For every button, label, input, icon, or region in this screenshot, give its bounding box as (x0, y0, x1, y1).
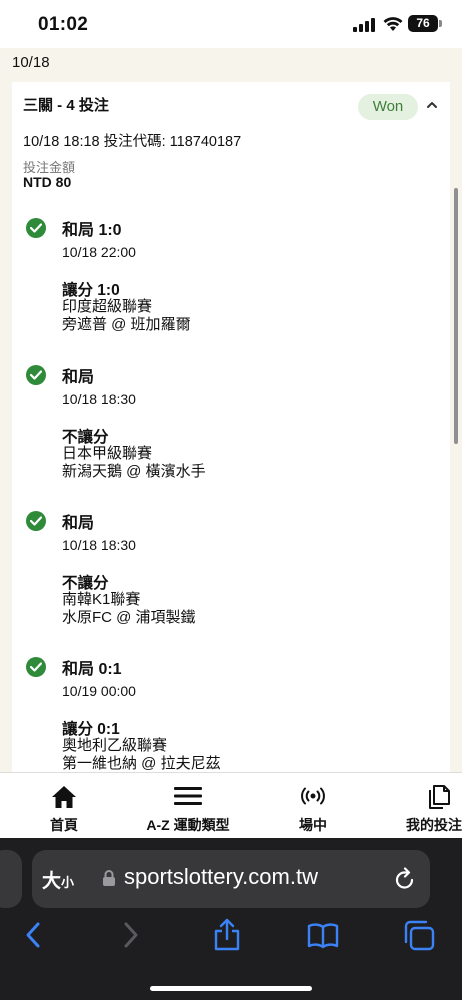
status-bar: 01:02 76 (0, 0, 462, 48)
date-group-header: 10/18 (12, 54, 50, 71)
cellular-signal-icon (353, 18, 377, 32)
wifi-icon (383, 17, 403, 31)
share-icon[interactable] (210, 918, 244, 952)
browser-toolbar: 大小 sportslottery.com.tw (0, 838, 462, 1000)
url-text[interactable]: sportslottery.com.tw (124, 864, 318, 890)
battery-tip (439, 20, 442, 27)
bet-leg: 和局 1:0 10/18 22:00 讓分 1:0 印度超級聯賽 旁遮普 @ 班… (12, 212, 450, 352)
lock-icon (103, 870, 115, 886)
tab-live[interactable]: 場中 (270, 773, 356, 839)
back-icon[interactable] (18, 918, 52, 952)
status-badge: Won (358, 94, 418, 120)
leg-teams: 旁遮普 @ 班加羅爾 (62, 316, 191, 333)
stake-value: NTD 80 (23, 174, 72, 190)
home-icon (52, 786, 76, 808)
leg-time: 10/18 22:00 (62, 244, 136, 260)
forward-icon[interactable] (114, 918, 148, 952)
check-circle-icon (26, 657, 46, 677)
check-circle-icon (26, 365, 46, 385)
live-icon (301, 787, 325, 805)
battery-icon: 76 (408, 15, 438, 32)
tab-label: 我的投注 (406, 817, 462, 833)
bet-type-title: 三關 - 4 投注 (23, 97, 109, 114)
text-size-button[interactable]: 大小 (42, 866, 74, 893)
check-circle-icon (26, 218, 46, 238)
bottom-tab-bar: 首頁 A-Z 運動類型 場中 我的投注 (0, 772, 462, 838)
text-size-large: 大 (42, 871, 62, 892)
leg-teams: 水原FC @ 浦項製鐵 (62, 609, 196, 626)
bookmarks-icon[interactable] (306, 918, 340, 952)
status-time: 01:02 (38, 14, 89, 35)
leg-teams: 第一維也納 @ 拉夫尼茲 (62, 755, 221, 772)
bet-leg: 和局 10/18 18:30 不讓分 南韓K1聯賽 水原FC @ 浦項製鐵 (12, 505, 450, 645)
leg-time: 10/18 18:30 (62, 537, 136, 553)
address-bar[interactable]: 大小 sportslottery.com.tw (32, 850, 430, 908)
home-indicator (150, 986, 312, 991)
leg-teams: 新潟天鵝 @ 橫濱水手 (62, 463, 206, 480)
tab-sports-a-z[interactable]: A-Z 運動類型 (128, 773, 248, 839)
bet-history-page[interactable]: 10/18 三關 - 4 投注 Won 10/18 18:18 投注代碼: 11… (0, 48, 462, 772)
leg-time: 10/18 18:30 (62, 391, 136, 407)
check-circle-icon (26, 511, 46, 531)
reload-icon[interactable] (394, 867, 416, 891)
tab-label: 場中 (299, 817, 327, 833)
tab-home[interactable]: 首頁 (20, 773, 108, 839)
bet-meta: 10/18 18:18 投注代碼: 118740187 (23, 134, 242, 150)
chevron-up-icon[interactable] (424, 97, 440, 113)
tab-my-bets[interactable]: 我的投注 (396, 773, 462, 839)
tab-label: 首頁 (50, 817, 78, 833)
leg-result: 和局 1:0 (62, 222, 122, 239)
bet-card[interactable]: 三關 - 4 投注 Won 10/18 18:18 投注代碼: 11874018… (12, 82, 458, 772)
menu-icon (174, 787, 202, 805)
bet-leg: 和局 10/18 18:30 不讓分 日本甲級聯賽 新潟天鵝 @ 橫濱水手 (12, 359, 450, 499)
tab-label: A-Z 運動類型 (146, 817, 230, 833)
leg-result: 和局 (62, 515, 95, 532)
bet-leg: 和局 0:1 10/19 00:00 讓分 0:1 奧地利乙級聯賽 第一維也納 … (12, 651, 450, 772)
tabs-icon[interactable] (402, 918, 436, 952)
previous-tab-preview[interactable] (0, 850, 22, 908)
text-size-small: 小 (61, 875, 75, 890)
leg-result: 和局 (62, 369, 95, 386)
leg-result: 和局 0:1 (62, 661, 122, 678)
copy-icon (429, 785, 450, 809)
scrollbar[interactable] (454, 188, 458, 444)
leg-time: 10/19 00:00 (62, 683, 136, 699)
